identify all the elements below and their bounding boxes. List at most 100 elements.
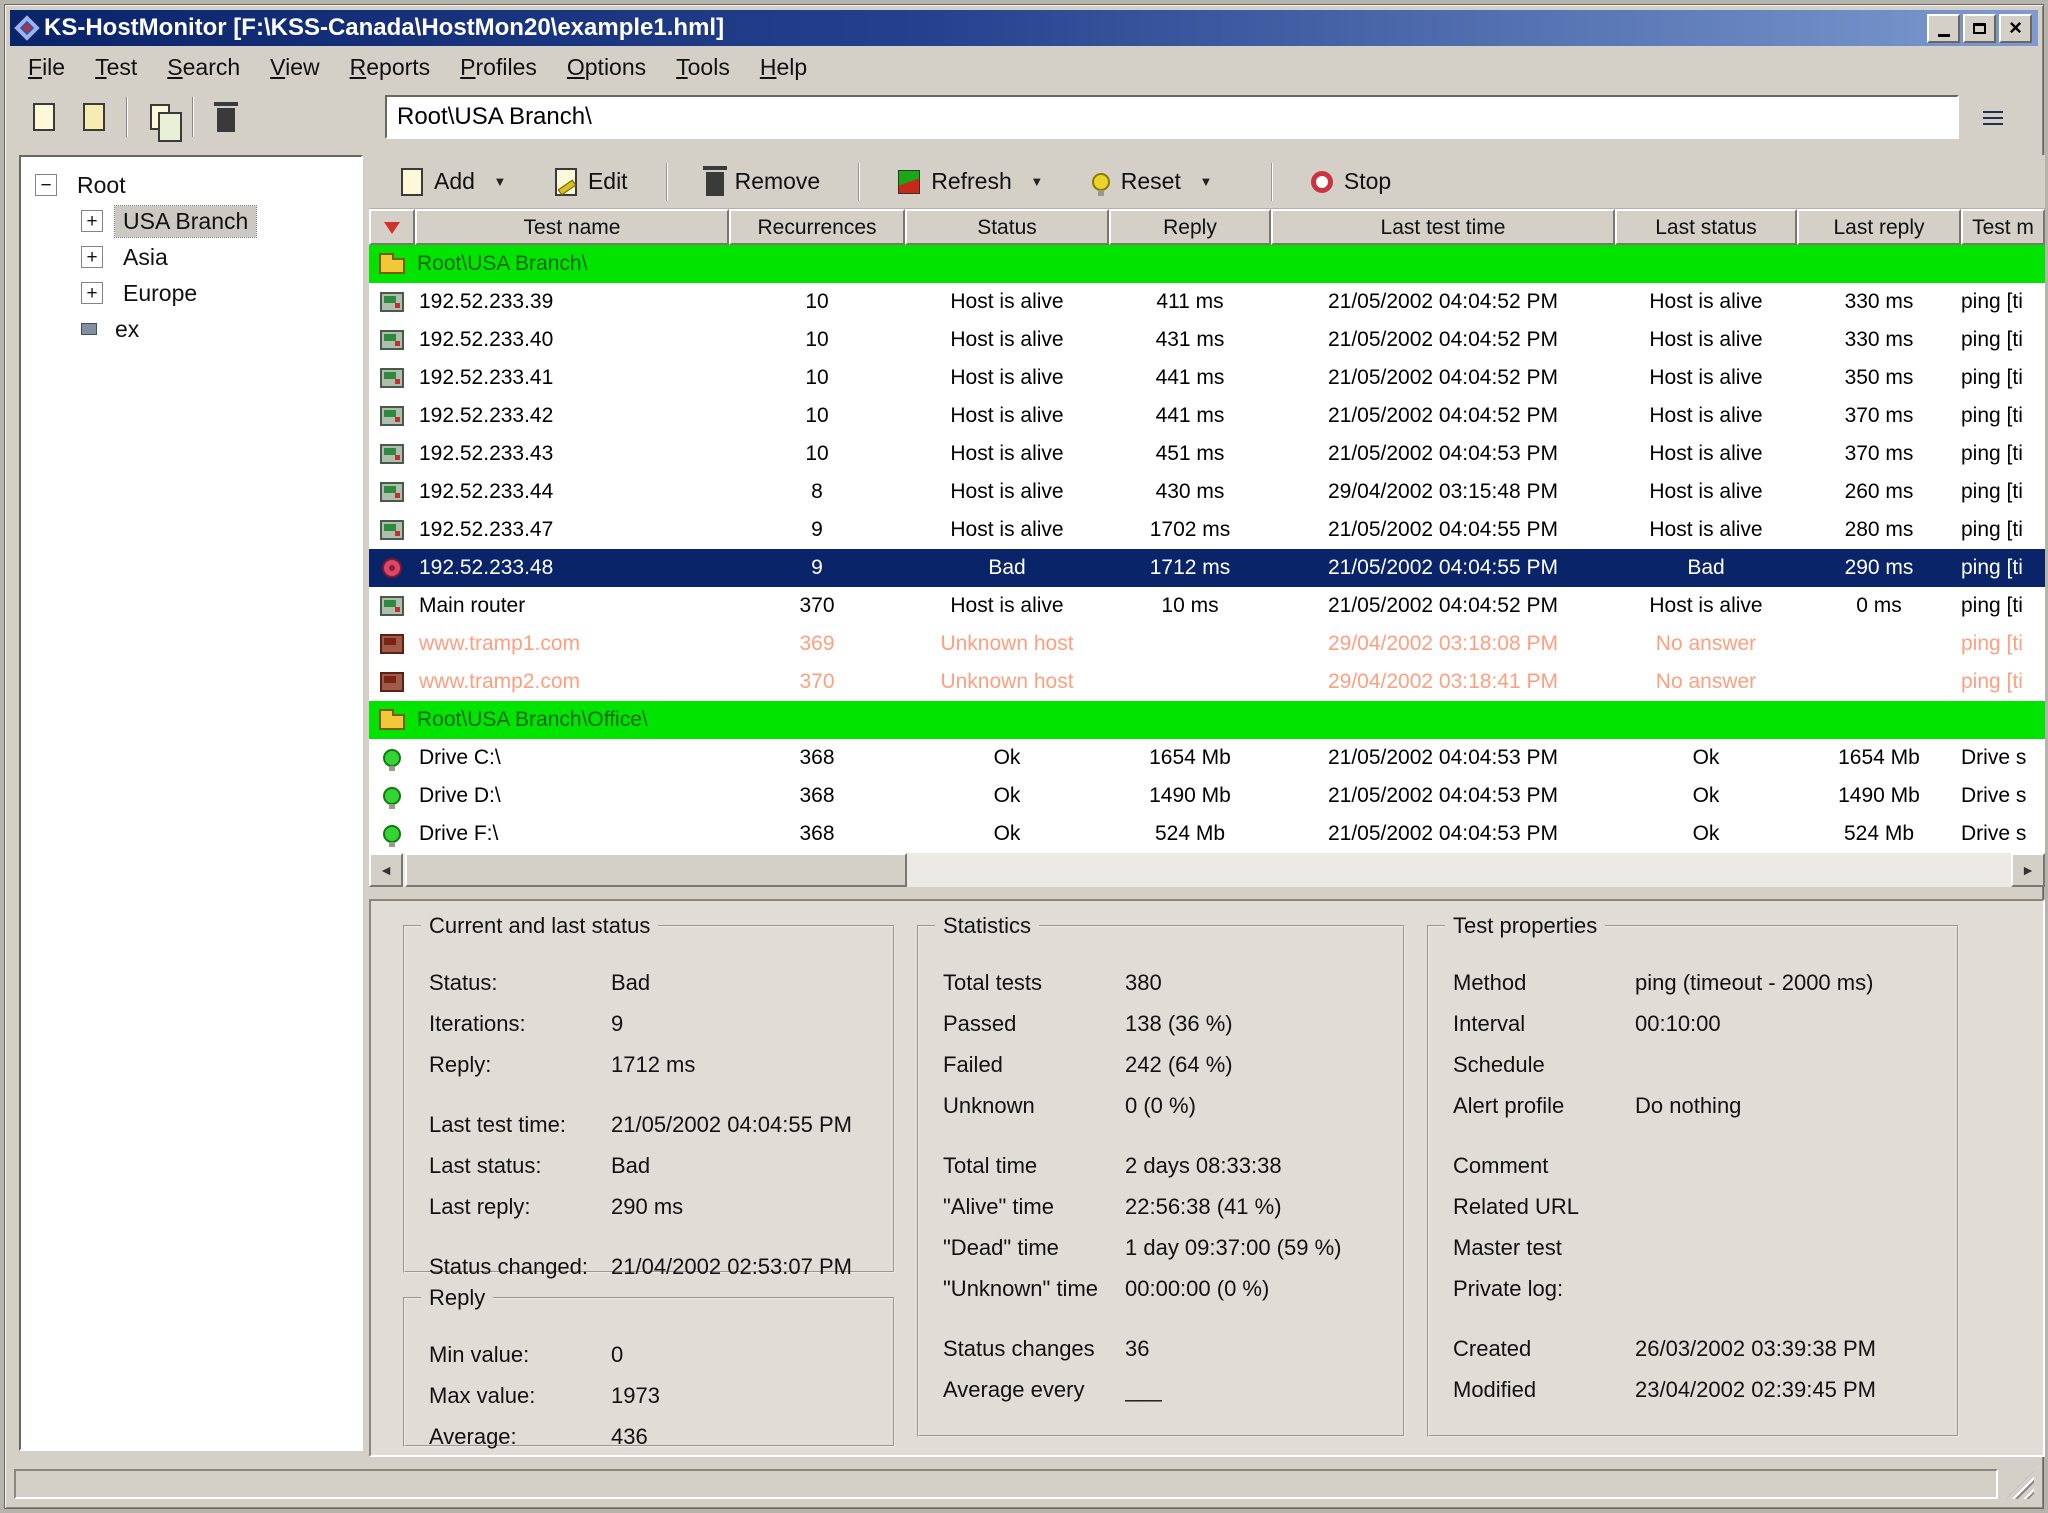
toolbar-separator — [666, 163, 668, 201]
tree-item-asia[interactable]: +Asia — [21, 239, 361, 275]
property-value: ping (timeout - 2000 ms) — [1635, 970, 1957, 996]
menu-test[interactable]: Test — [80, 51, 152, 84]
cell-last-reply: 260 ms — [1797, 480, 1961, 504]
column-header-reply[interactable]: Reply — [1109, 209, 1271, 245]
window-title: KS-HostMonitor [F:\KSS-Canada\HostMon20\… — [44, 14, 1919, 42]
test-row[interactable]: Main router370Host is alive10 ms21/05/20… — [369, 587, 2045, 625]
view-options-button[interactable] — [1969, 97, 2017, 139]
property-value — [1635, 1194, 1957, 1220]
maximize-button[interactable] — [1963, 14, 1996, 43]
column-header-last-test-time[interactable]: Last test time — [1271, 209, 1615, 245]
menu-tools[interactable]: Tools — [661, 51, 745, 84]
column-header-status[interactable]: Status — [905, 209, 1109, 245]
test-row[interactable]: 192.52.233.4110Host is alive441 ms21/05/… — [369, 359, 2045, 397]
edit-button[interactable]: Edit — [541, 160, 642, 204]
cell-recurrences: 9 — [729, 518, 905, 542]
scroll-right-arrow[interactable]: ► — [2011, 853, 2045, 887]
reset-dropdown-arrow-icon[interactable]: ▼ — [1195, 174, 1217, 189]
test-row[interactable]: 192.52.233.4310Host is alive451 ms21/05/… — [369, 435, 2045, 473]
row-icon-cell — [369, 672, 415, 692]
horizontal-scrollbar[interactable]: ◄ ► — [369, 853, 2045, 887]
property-row: "Alive" time22:56:38 (41 %) — [919, 1194, 1403, 1220]
priority-column-header[interactable] — [369, 209, 415, 245]
column-header-recurrences[interactable]: Recurrences — [729, 209, 905, 245]
close-icon: × — [2009, 17, 2022, 39]
cell-status: Unknown host — [905, 670, 1109, 694]
tree-item-usa-branch[interactable]: +USA Branch — [21, 203, 361, 239]
delete-button[interactable] — [201, 92, 251, 142]
expand-icon[interactable]: + — [81, 210, 103, 232]
copy-button[interactable] — [135, 92, 185, 142]
property-label: Master test — [1453, 1235, 1635, 1261]
cell-last-test: 29/04/2002 03:15:48 PM — [1271, 480, 1615, 504]
column-header-test-m[interactable]: Test m — [1961, 209, 2045, 245]
test-row[interactable]: 192.52.233.4210Host is alive441 ms21/05/… — [369, 397, 2045, 435]
column-header-last-reply[interactable]: Last reply — [1797, 209, 1961, 245]
menu-options[interactable]: Options — [552, 51, 661, 84]
remove-test-icon — [706, 172, 724, 196]
tree-item-europe[interactable]: +Europe — [21, 275, 361, 311]
test-row[interactable]: Drive D:\368Ok1490 Mb21/05/2002 04:04:53… — [369, 777, 2045, 815]
resize-grip[interactable] — [2006, 1471, 2034, 1499]
cell-last-status: Bad — [1615, 556, 1797, 580]
cell-recurrences: 10 — [729, 442, 905, 466]
tree-item-ex[interactable]: ex — [21, 311, 361, 347]
row-icon-cell — [369, 634, 415, 654]
menu-view[interactable]: View — [255, 51, 334, 84]
property-label: Created — [1453, 1336, 1635, 1362]
minimize-button[interactable] — [1927, 14, 1960, 43]
refresh-dropdown-arrow-icon[interactable]: ▼ — [1026, 174, 1048, 189]
collapse-icon[interactable]: − — [35, 174, 57, 196]
menu-reports[interactable]: Reports — [335, 51, 446, 84]
menu-profiles[interactable]: Profiles — [445, 51, 552, 84]
window-controls: × — [1927, 14, 2032, 43]
test-row[interactable]: www.tramp2.com370Unknown host29/04/2002 … — [369, 663, 2045, 701]
test-row[interactable]: www.tramp1.com369Unknown host29/04/2002 … — [369, 625, 2045, 663]
path-input[interactable] — [385, 95, 1959, 139]
refresh-button[interactable]: Refresh — [884, 160, 1026, 204]
folder-row[interactable]: Root\USA Branch\Office\ — [369, 701, 2045, 739]
test-row[interactable]: 192.52.233.448Host is alive430 ms29/04/2… — [369, 473, 2045, 511]
scroll-left-arrow[interactable]: ◄ — [369, 853, 403, 887]
cell-name: 192.52.233.39 — [415, 290, 729, 314]
title-bar: KS-HostMonitor [F:\KSS-Canada\HostMon20\… — [10, 10, 2038, 46]
expand-icon[interactable]: + — [81, 246, 103, 268]
row-icon-cell — [369, 368, 415, 388]
menu-help[interactable]: Help — [745, 51, 822, 84]
test-row[interactable]: Drive C:\368Ok1654 Mb21/05/2002 04:04:53… — [369, 739, 2045, 777]
column-header-test-name[interactable]: Test name — [415, 209, 729, 245]
test-row[interactable]: 192.52.233.4010Host is alive431 ms21/05/… — [369, 321, 2045, 359]
tree-item-root[interactable]: −Root — [21, 167, 361, 203]
cell-method: Drive s — [1961, 784, 2045, 808]
menu-file[interactable]: File — [13, 51, 80, 84]
cell-method: ping [ti — [1961, 328, 2045, 352]
cell-last-status: No answer — [1615, 670, 1797, 694]
cell-reply: 1712 ms — [1109, 556, 1271, 580]
test-row[interactable]: 192.52.233.479Host is alive1702 ms21/05/… — [369, 511, 2045, 549]
reset-button[interactable]: Reset — [1078, 160, 1195, 204]
test-row[interactable]: 192.52.233.489Bad1712 ms21/05/2002 04:04… — [369, 549, 2045, 587]
column-header-last-status[interactable]: Last status — [1615, 209, 1797, 245]
property-row: Schedule — [1429, 1052, 1957, 1078]
folder-row[interactable]: Root\USA Branch\ — [369, 245, 2045, 283]
reset-button-label: Reset — [1121, 168, 1181, 195]
add-button[interactable]: Add — [387, 160, 489, 204]
test-row[interactable]: Drive F:\368Ok524 Mb21/05/2002 04:04:53 … — [369, 815, 2045, 853]
close-button[interactable]: × — [1999, 14, 2032, 43]
property-label: Modified — [1453, 1377, 1635, 1403]
cell-reply: 441 ms — [1109, 404, 1271, 428]
test-row[interactable]: 192.52.233.3910Host is alive411 ms21/05/… — [369, 283, 2045, 321]
property-value: 138 (36 %) — [1125, 1011, 1403, 1037]
remove-button[interactable]: Remove — [692, 160, 835, 204]
new-folder-button[interactable] — [69, 92, 119, 142]
property-row: Alert profileDo nothing — [1429, 1093, 1957, 1119]
status-bar-panel — [14, 1469, 1998, 1499]
app-icon — [14, 15, 39, 40]
property-label: Alert profile — [1453, 1093, 1635, 1119]
expand-icon[interactable]: + — [81, 282, 103, 304]
add-dropdown-arrow-icon[interactable]: ▼ — [489, 174, 511, 189]
stop-button[interactable]: Stop — [1297, 160, 1405, 204]
scroll-thumb[interactable] — [405, 853, 907, 887]
menu-search[interactable]: Search — [152, 51, 255, 84]
new-test-button[interactable] — [19, 92, 69, 142]
